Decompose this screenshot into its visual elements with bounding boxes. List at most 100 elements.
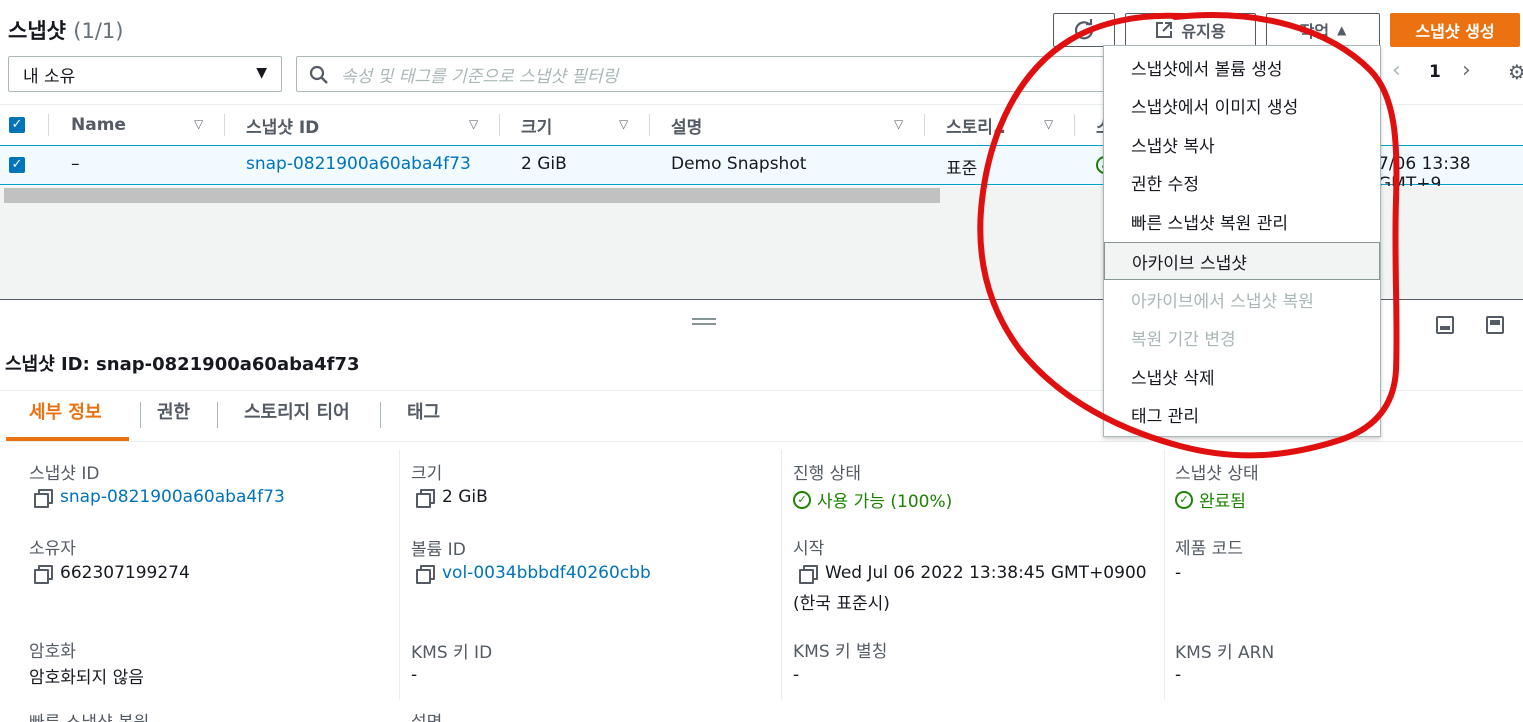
sort-icon[interactable]: ▽: [469, 117, 478, 131]
column-divider: [649, 114, 650, 136]
caret-up-icon: ▲: [1337, 23, 1347, 37]
column-divider: [781, 450, 782, 700]
owner-label: 소유자: [29, 539, 76, 559]
tab-divider: [380, 402, 381, 428]
column-divider: [224, 114, 225, 136]
tab-tags[interactable]: 태그: [407, 398, 440, 424]
size-label: 크기: [411, 464, 443, 484]
row-snapshot-id-link[interactable]: snap-0821900a60aba4f73: [246, 154, 471, 174]
create-snapshot-button[interactable]: 스냅샷 생성: [1390, 13, 1520, 47]
status-ok-icon: ✓: [1175, 490, 1193, 509]
tab-divider: [140, 402, 141, 428]
column-header-description[interactable]: 설명: [671, 112, 702, 138]
kms-id-value: -: [411, 665, 418, 685]
menu-item-change-restore-period[interactable]: 복원 기간 변경: [1104, 318, 1380, 356]
drag-handle-icon[interactable]: [692, 318, 716, 320]
menu-item-archive-snapshot[interactable]: 아카이브 스냅샷: [1104, 242, 1380, 280]
column-header-size[interactable]: 크기: [521, 112, 552, 138]
refresh-button[interactable]: [1053, 13, 1115, 47]
actions-dropdown-menu: 스냅샷에서 볼륨 생성 스냅샷에서 이미지 생성 스냅샷 복사 권한 수정 빠른…: [1103, 45, 1381, 437]
refresh-icon: [1074, 19, 1094, 40]
copy-icon[interactable]: [34, 489, 53, 508]
utility-button[interactable]: 유지용: [1125, 13, 1256, 47]
row-checkbox[interactable]: ✓: [9, 157, 25, 173]
progress-label: 진행 상태: [793, 464, 861, 484]
state-value: ✓ 완료됨: [1175, 487, 1246, 512]
start-label: 시작: [793, 539, 825, 559]
sort-icon[interactable]: ▽: [894, 117, 903, 131]
drag-handle-icon[interactable]: [692, 323, 716, 325]
tabs-bottom-divider: [0, 441, 1523, 442]
row-size: 2 GiB: [521, 154, 567, 174]
menu-item-restore-from-archive[interactable]: 아카이브에서 스냅샷 복원: [1104, 280, 1380, 318]
menu-item-create-volume[interactable]: 스냅샷에서 볼륨 생성: [1104, 48, 1380, 86]
row-storage-tier: 표준: [946, 159, 978, 179]
menu-item-manage-tags[interactable]: 태그 관리: [1104, 395, 1380, 433]
owner-select[interactable]: 내 소유 ▼: [8, 56, 282, 92]
column-divider: [1164, 450, 1165, 700]
start-value: Wed Jul 06 2022 13:38:45 GMT+0900: [799, 563, 1147, 584]
panel-bottom-icon[interactable]: [1436, 316, 1454, 334]
column-divider: [924, 114, 925, 136]
row-name: –: [71, 154, 80, 174]
sort-icon[interactable]: ▽: [1044, 117, 1053, 131]
product-code-value: -: [1175, 563, 1182, 583]
search-input[interactable]: 속성 및 태그를 기준으로 스냅샷 필터링: [296, 56, 1116, 92]
column-divider: [499, 114, 500, 136]
kms-alias-value: -: [793, 665, 800, 685]
row-description: Demo Snapshot: [671, 154, 807, 174]
start-value-timezone: (한국 표준시): [793, 594, 890, 614]
fast-restore-label: 빠른 스냅샷 복원: [29, 708, 149, 722]
column-divider: [48, 114, 49, 136]
detail-title: 스냅샷 ID: snap-0821900a60aba4f73: [5, 354, 360, 375]
snapshot-count: (1/1): [73, 19, 124, 43]
search-icon: [309, 65, 328, 84]
next-page-icon[interactable]: ›: [1462, 58, 1471, 83]
select-all-checkbox[interactable]: ✓: [9, 117, 25, 133]
column-divider: [1074, 114, 1075, 136]
kms-arn-value: -: [1175, 665, 1182, 685]
product-code-label: 제품 코드: [1175, 539, 1243, 559]
copy-icon[interactable]: [799, 565, 818, 584]
menu-item-create-image[interactable]: 스냅샷에서 이미지 생성: [1104, 86, 1380, 124]
column-divider: [399, 450, 400, 700]
progress-value: ✓ 사용 가능 (100%): [793, 487, 952, 512]
description-label: 설명: [411, 708, 442, 722]
volume-id-label: 볼륨 ID: [411, 540, 466, 560]
panel-full-icon[interactable]: [1486, 316, 1504, 334]
tab-permissions[interactable]: 권한: [157, 398, 190, 424]
status-ok-icon: ✓: [793, 490, 811, 509]
horizontal-scrollbar-thumb[interactable]: [4, 188, 940, 203]
column-header-name[interactable]: Name: [71, 112, 126, 138]
page-number[interactable]: 1: [1429, 62, 1441, 82]
sort-icon[interactable]: ▽: [619, 117, 628, 131]
settings-gear-icon[interactable]: ⚙: [1508, 60, 1523, 84]
volume-id-value: vol-0034bbbdf40260cbb: [416, 563, 651, 584]
size-value: 2 GiB: [416, 487, 488, 508]
caret-down-icon: ▼: [256, 65, 267, 81]
copy-icon[interactable]: [416, 489, 435, 508]
prev-page-icon[interactable]: ‹: [1392, 58, 1401, 83]
encryption-label: 암호화: [29, 642, 76, 662]
column-header-storage-tier[interactable]: 스토리..: [946, 112, 1006, 138]
column-header-snapshot-id[interactable]: 스냅샷 ID: [246, 112, 319, 138]
copy-icon[interactable]: [34, 565, 53, 584]
menu-item-manage-fast-restore[interactable]: 빠른 스냅샷 복원 관리: [1104, 202, 1380, 240]
tab-details[interactable]: 세부 정보: [29, 398, 102, 424]
kms-arn-label: KMS 키 ARN: [1175, 643, 1275, 663]
encryption-value: 암호화되지 않음: [29, 668, 144, 688]
copy-icon[interactable]: [416, 565, 435, 584]
tab-storage-tier[interactable]: 스토리지 티어: [244, 398, 350, 424]
menu-item-modify-permissions[interactable]: 권한 수정: [1104, 163, 1380, 201]
menu-item-copy-snapshot[interactable]: 스냅샷 복사: [1104, 125, 1380, 163]
menu-item-delete-snapshot[interactable]: 스냅샷 삭제: [1104, 357, 1380, 395]
kms-id-label: KMS 키 ID: [411, 643, 493, 663]
actions-button[interactable]: 작업 ▲: [1266, 13, 1380, 47]
page-title: 스냅샷 (1/1): [8, 19, 124, 43]
owner-value: 662307199274: [34, 563, 190, 584]
kms-alias-label: KMS 키 별칭: [793, 642, 888, 662]
sort-icon[interactable]: ▽: [194, 117, 203, 131]
state-label: 스냅샷 상태: [1175, 464, 1259, 484]
tab-divider: [217, 402, 218, 428]
external-link-icon: [1156, 22, 1173, 38]
